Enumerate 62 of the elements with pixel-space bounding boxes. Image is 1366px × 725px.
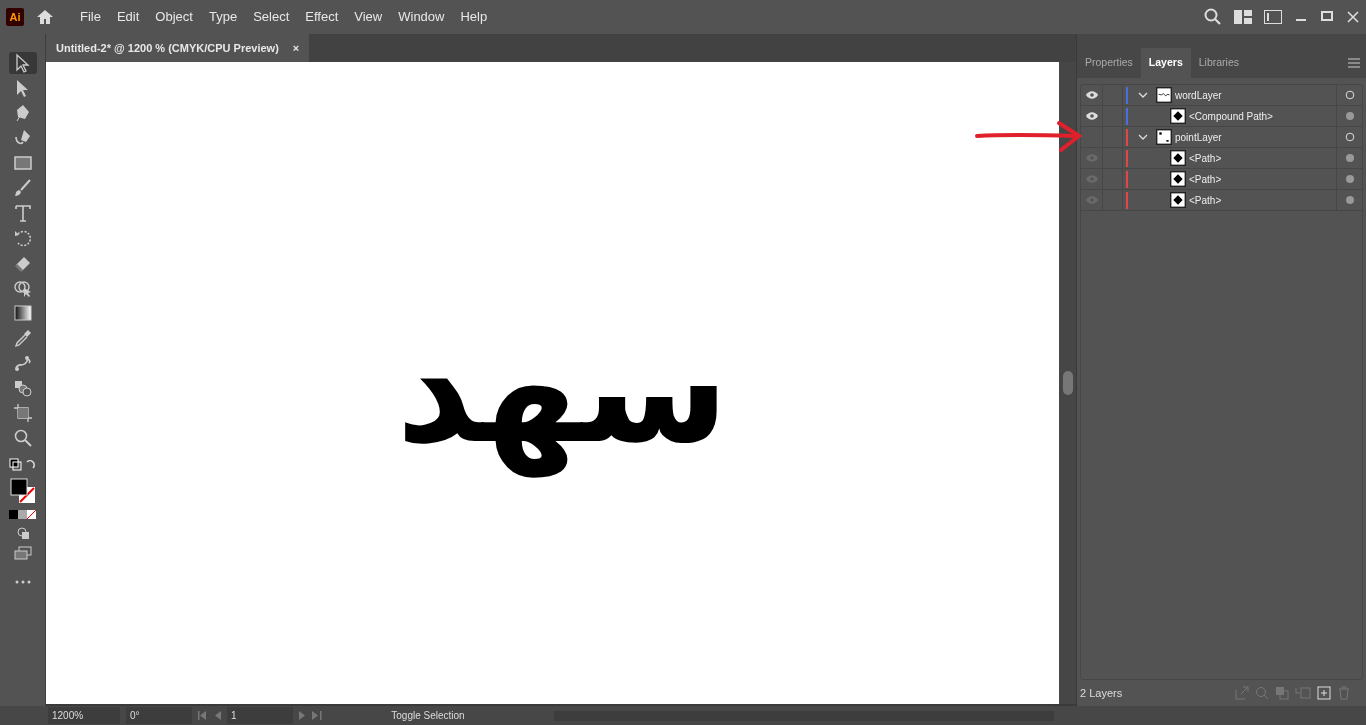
layer-name: <Compound Path>: [1189, 109, 1274, 124]
search-icon[interactable]: [1204, 8, 1222, 26]
thumbnail-icon: [1170, 171, 1186, 187]
panel-tab[interactable]: Layers: [1140, 48, 1191, 78]
menu-item[interactable]: Type: [200, 7, 246, 27]
thumbnail-icon: [1170, 192, 1186, 208]
close-tab-button[interactable]: ×: [292, 39, 300, 57]
expand-caret-icon[interactable]: [1138, 133, 1148, 141]
app-logo[interactable]: Ai: [6, 8, 24, 26]
target-icon[interactable]: [1344, 153, 1355, 163]
color-mode-icon[interactable]: [8, 510, 37, 520]
maximize-icon[interactable]: [1320, 10, 1334, 24]
menu-item[interactable]: Window: [390, 7, 453, 27]
layer-row[interactable]: <Path>: [1081, 169, 1362, 190]
menu-icon[interactable]: [1348, 58, 1360, 68]
expand-caret-icon[interactable]: [1138, 91, 1148, 99]
thumbnail-icon: [1156, 87, 1172, 103]
panel-icon[interactable]: [1264, 10, 1282, 24]
thumbnail-icon: [1170, 150, 1186, 166]
menu-item[interactable]: Select: [245, 7, 298, 27]
layer-count: 2 Layers: [1080, 685, 1123, 701]
add-layer-icon[interactable]: [1317, 686, 1331, 700]
arabic-artwork: سهد: [394, 301, 731, 480]
fill-stroke-swatch-icon[interactable]: [9, 478, 36, 504]
layer-row[interactable]: <Path>: [1081, 190, 1362, 211]
menu-item[interactable]: Edit: [108, 7, 148, 27]
layer-name: <Path>: [1189, 151, 1223, 166]
menu-item[interactable]: Help: [452, 7, 496, 27]
menu-item[interactable]: File: [72, 7, 109, 27]
layer-row[interactable]: <Path>: [1081, 148, 1362, 169]
screen-mode-icon[interactable]: [13, 546, 32, 560]
layer-name: <Path>: [1189, 193, 1223, 208]
layer-name: <Path>: [1189, 172, 1223, 187]
menu-item[interactable]: Effect: [297, 7, 347, 27]
target-icon[interactable]: [1344, 111, 1355, 121]
default-colors-icon[interactable]: [8, 458, 37, 472]
layer-row[interactable]: pointLayer: [1081, 127, 1362, 148]
thumbnail-icon: [1156, 129, 1172, 145]
document-title: Untitled-2* @ 1200 % (CMYK/CPU Preview): [56, 40, 279, 56]
close-icon[interactable]: [1346, 10, 1360, 24]
layer-name: pointLayer: [1175, 130, 1223, 145]
menu-item[interactable]: Object: [147, 7, 201, 27]
artboard-field[interactable]: 1: [227, 707, 293, 724]
target-icon[interactable]: [1344, 132, 1355, 142]
layer-row[interactable]: <Compound Path>: [1081, 106, 1362, 127]
rotation-field[interactable]: 0°: [126, 707, 192, 724]
layer-row[interactable]: wordLayer: [1081, 85, 1362, 106]
eye-icon[interactable]: [1085, 112, 1098, 120]
home-icon[interactable]: [36, 9, 54, 25]
more-icon[interactable]: [14, 580, 31, 584]
target-icon[interactable]: [1344, 174, 1355, 184]
vertical-scrollbar[interactable]: [1059, 62, 1076, 704]
target-icon[interactable]: [1344, 195, 1355, 205]
workspace-icon[interactable]: [1234, 10, 1252, 24]
thumbnail-icon: [1170, 108, 1186, 124]
target-icon[interactable]: [1344, 90, 1355, 100]
document-tab[interactable]: Untitled-2* @ 1200 % (CMYK/CPU Preview) ×: [46, 34, 310, 62]
layer-name: wordLayer: [1175, 88, 1223, 103]
zoom-field[interactable]: 1200%: [48, 707, 120, 724]
draw-mode-icon[interactable]: [15, 526, 30, 540]
eye-icon[interactable]: [1085, 91, 1098, 99]
menu-item[interactable]: View: [346, 7, 391, 27]
